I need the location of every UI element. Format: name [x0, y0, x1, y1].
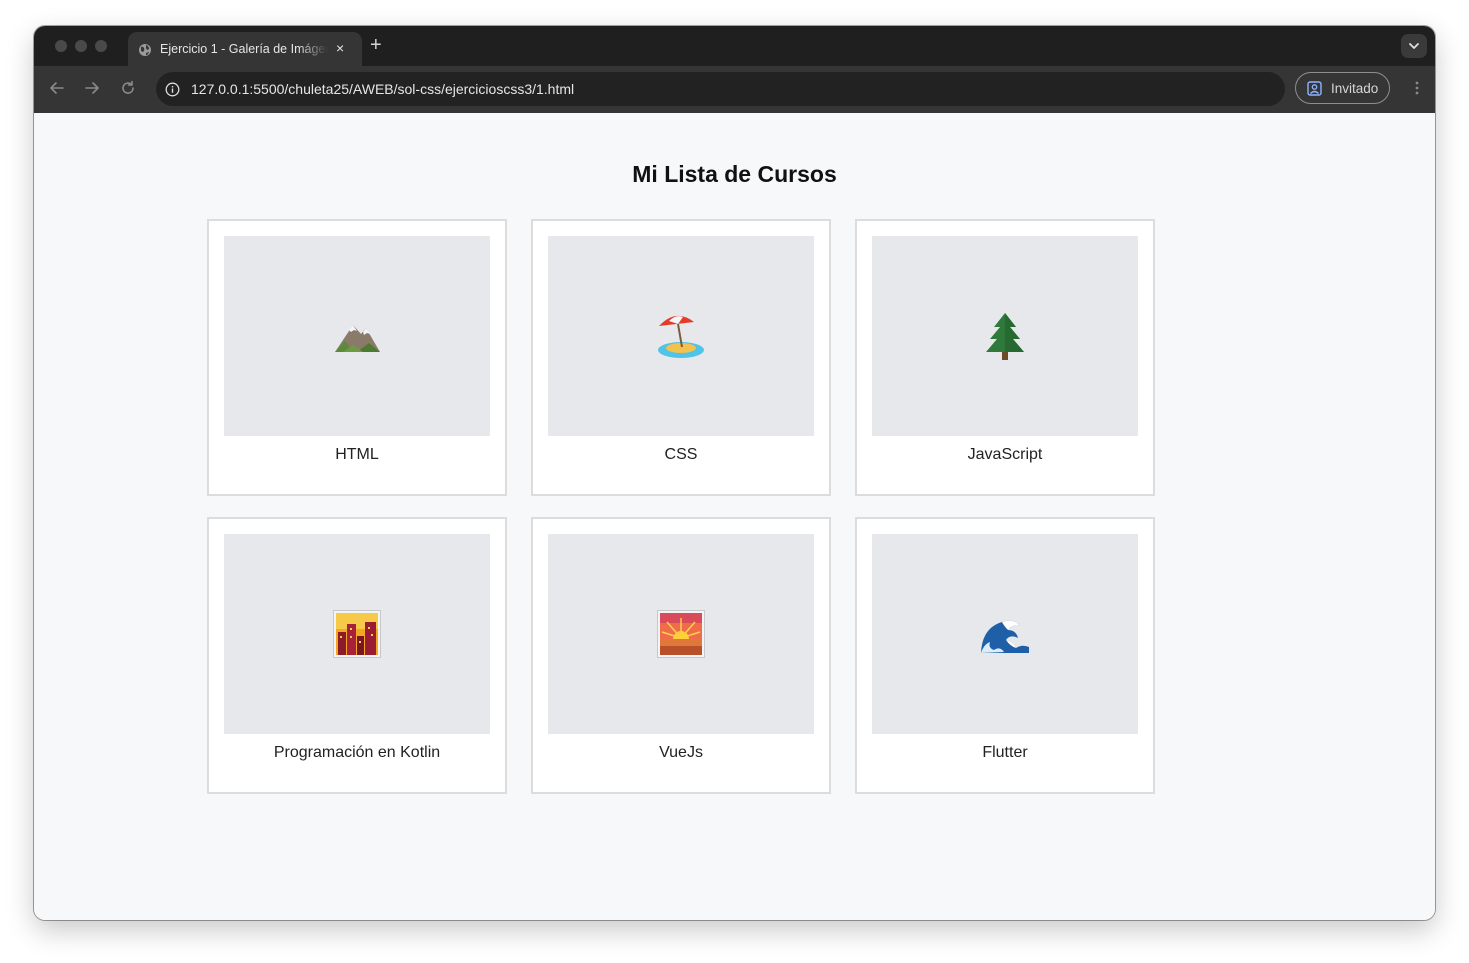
tab-active[interactable]: Ejercicio 1 - Galería de Imágenes × [128, 32, 362, 66]
course-card: CSS [531, 219, 831, 496]
more-menu-icon[interactable] [1415, 80, 1419, 101]
beach-umbrella-icon [658, 315, 704, 358]
course-label: Flutter [982, 744, 1028, 761]
site-info-icon[interactable] [165, 82, 180, 102]
zoom-window-dot[interactable] [95, 40, 107, 52]
course-card: VueJs [531, 517, 831, 794]
minimize-window-dot[interactable] [75, 40, 87, 52]
browser-window: Ejercicio 1 - Galería de Imágenes × + 12… [34, 26, 1435, 920]
course-label: CSS [664, 446, 698, 463]
course-label: JavaScript [967, 446, 1043, 463]
city-dusk-icon [333, 610, 381, 658]
address-bar[interactable]: 127.0.0.1:5500/chuleta25/AWEB/sol-css/ej… [156, 72, 1285, 106]
tab-search-button[interactable] [1401, 34, 1427, 58]
close-window-dot[interactable] [55, 40, 67, 52]
toolbar: 127.0.0.1:5500/chuleta25/AWEB/sol-css/ej… [34, 66, 1435, 113]
course-card: JavaScript [855, 219, 1155, 496]
reload-icon[interactable] [120, 80, 136, 101]
course-label: VueJs [659, 744, 703, 761]
back-arrow-icon[interactable] [49, 80, 65, 101]
tab-title: Ejercicio 1 - Galería de Imágenes [160, 42, 328, 56]
globe-icon [138, 43, 152, 62]
profile-label: Invitado [1331, 81, 1379, 96]
wave-icon [981, 620, 1029, 653]
course-card: Programación en Kotlin [207, 517, 507, 794]
course-label: HTML [335, 446, 379, 463]
url-text[interactable]: 127.0.0.1:5500/chuleta25/AWEB/sol-css/ej… [191, 81, 574, 97]
profile-icon [1307, 81, 1322, 101]
chevron-down-icon [1409, 43, 1419, 49]
profile-button[interactable]: Invitado [1295, 72, 1390, 104]
course-thumbnail [548, 236, 814, 436]
course-card: HTML [207, 219, 507, 496]
tab-strip: Ejercicio 1 - Galería de Imágenes × + [34, 26, 1435, 66]
course-thumbnail [872, 236, 1138, 436]
course-card: Flutter [855, 517, 1155, 794]
new-tab-button[interactable]: + [370, 35, 382, 55]
page-content: Mi Lista de Cursos HTML CSS JavaScript P… [34, 113, 1435, 920]
course-thumbnail [224, 534, 490, 734]
close-tab-icon[interactable]: × [336, 41, 344, 55]
course-thumbnail [872, 534, 1138, 734]
course-label: Programación en Kotlin [273, 744, 441, 761]
evergreen-tree-icon [986, 313, 1024, 360]
mountain-icon [335, 325, 380, 352]
course-thumbnail [548, 534, 814, 734]
sunset-icon [657, 610, 705, 658]
page-title: Mi Lista de Cursos [632, 161, 837, 187]
forward-arrow-icon[interactable] [84, 80, 100, 101]
course-thumbnail [224, 236, 490, 436]
course-grid: HTML CSS JavaScript Programación en Kotl… [207, 219, 1155, 794]
